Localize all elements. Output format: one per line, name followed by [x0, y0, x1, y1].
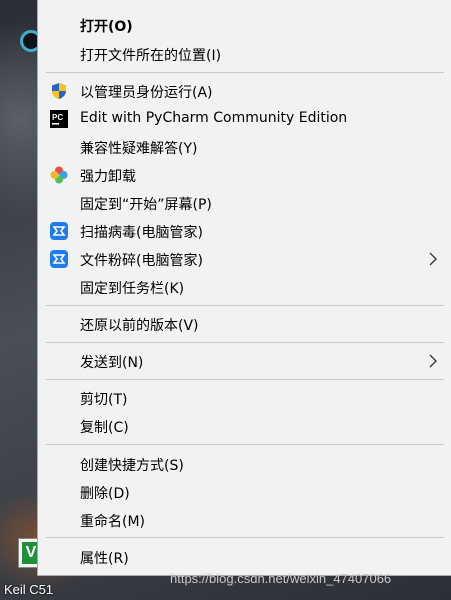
menu-separator: [46, 444, 444, 445]
menu-item-label: 固定到“开始”屏幕(P): [80, 197, 212, 213]
menu-item-pin-to-start[interactable]: 固定到“开始”屏幕(P): [38, 189, 451, 217]
menu-item-scan-virus[interactable]: 扫描病毒(电脑管家): [38, 217, 451, 245]
menu-item-properties[interactable]: 属性(R): [38, 543, 451, 571]
menu-item-label: 固定到任务栏(K): [80, 281, 185, 297]
menu-separator: [46, 305, 444, 306]
menu-item-label: 还原以前的版本(V): [80, 318, 199, 334]
uninstall-icon: [50, 166, 68, 184]
menu-item-label: 删除(D): [80, 486, 130, 502]
menu-item-label: 文件粉碎(电脑管家): [80, 253, 203, 269]
menu-item-restore-previous[interactable]: 还原以前的版本(V): [38, 310, 451, 338]
menu-separator: [46, 537, 444, 538]
menu-item-create-shortcut[interactable]: 创建快捷方式(S): [38, 450, 451, 478]
tencent-manager-icon: [50, 250, 68, 268]
menu-item-label: 创建快捷方式(S): [80, 458, 184, 474]
menu-item-file-shred[interactable]: 文件粉碎(电脑管家): [38, 245, 451, 273]
menu-item-pin-to-taskbar[interactable]: 固定到任务栏(K): [38, 273, 451, 301]
menu-item-force-uninstall[interactable]: 强力卸载: [38, 161, 451, 189]
menu-item-label: 以管理员身份运行(A): [80, 85, 213, 101]
menu-separator: [46, 72, 444, 73]
tencent-manager-icon: [50, 222, 68, 240]
menu-item-label: 打开文件所在的位置(I): [80, 48, 222, 64]
menu-item-open-file-location[interactable]: 打开文件所在的位置(I): [38, 40, 451, 68]
menu-item-label: 打开(O): [80, 19, 133, 35]
menu-item-label: 强力卸载: [80, 169, 136, 185]
chevron-right-icon: [427, 251, 439, 267]
chevron-right-icon: [427, 353, 439, 369]
menu-item-run-as-admin[interactable]: 以管理员身份运行(A): [38, 77, 451, 105]
menu-separator: [46, 342, 444, 343]
svg-text:PC: PC: [52, 113, 63, 122]
menu-item-send-to[interactable]: 发送到(N): [38, 347, 451, 375]
menu-item-label: 属性(R): [80, 551, 129, 567]
menu-item-open[interactable]: 打开(O): [38, 11, 451, 39]
menu-item-label: 重命名(M): [80, 514, 146, 530]
menu-item-label: 发送到(N): [80, 355, 144, 371]
context-menu: 打开(O) 打开文件所在的位置(I) 以管理员身份运行(A) PC Edit w…: [37, 0, 451, 576]
uac-shield-icon: [50, 82, 68, 100]
watermark-text: https://blog.csdn.net/weixin_47407066: [170, 571, 392, 586]
menu-item-edit-pycharm[interactable]: PC Edit with PyCharm Community Edition: [38, 105, 451, 133]
menu-item-cut[interactable]: 剪切(T): [38, 384, 451, 412]
pycharm-icon: PC: [50, 110, 68, 128]
menu-separator: [46, 379, 444, 380]
keil-shortcut-label[interactable]: Keil C51: [4, 582, 53, 597]
menu-item-copy[interactable]: 复制(C): [38, 412, 451, 440]
menu-item-label: 剪切(T): [80, 392, 128, 408]
menu-item-compatibility[interactable]: 兼容性疑难解答(Y): [38, 133, 451, 161]
menu-item-label: 复制(C): [80, 420, 129, 436]
menu-item-label: Edit with PyCharm Community Edition: [80, 110, 348, 126]
menu-item-label: 扫描病毒(电脑管家): [80, 225, 203, 241]
menu-item-rename[interactable]: 重命名(M): [38, 506, 451, 534]
menu-item-delete[interactable]: 删除(D): [38, 478, 451, 506]
menu-item-label: 兼容性疑难解答(Y): [80, 141, 198, 157]
